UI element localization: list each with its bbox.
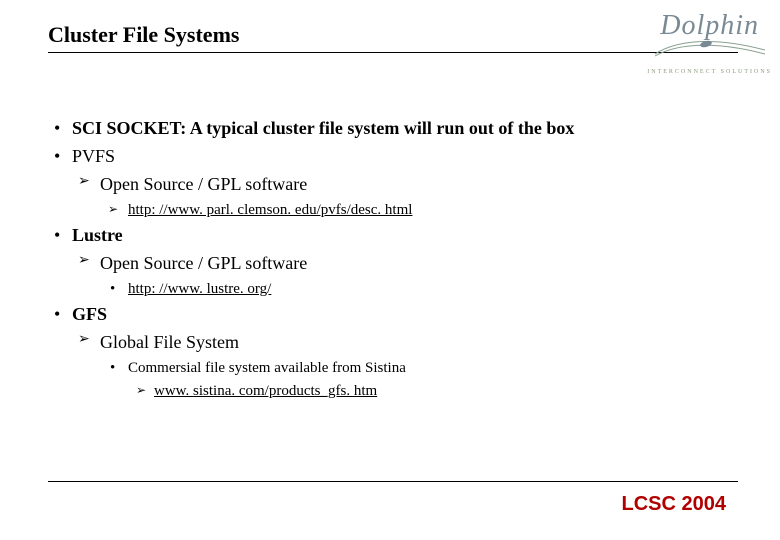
header-divider [48, 52, 738, 53]
gfs-link-item: www. sistina. com/products_gfs. htm [128, 380, 740, 403]
lustre-label: Lustre [72, 225, 123, 245]
logo-tagline: INTERCONNECT SOLUTIONS [647, 69, 772, 75]
bullet-sci-socket: SCI SOCKET: A typical cluster file syste… [48, 115, 740, 143]
gfs-link[interactable]: www. sistina. com/products_gfs. htm [154, 383, 377, 399]
slide: Cluster File Systems Dolphin INTERCONNEC… [0, 0, 780, 540]
pvfs-open-source-text: Open Source / GPL software [100, 174, 307, 194]
bullet-gfs: GFS Global File System Commersial file s… [48, 301, 740, 403]
lustre-open-source: Open Source / GPL software http: //www. … [72, 250, 740, 301]
gfs-commercial-text: Commersial file system available from Si… [128, 360, 406, 376]
bullet-list: SCI SOCKET: A typical cluster file syste… [48, 115, 740, 403]
sci-socket-text: SCI SOCKET: A typical cluster file syste… [72, 118, 574, 138]
pvfs-label: PVFS [72, 146, 115, 166]
gfs-label: GFS [72, 304, 107, 324]
header: Cluster File Systems [48, 22, 740, 50]
pvfs-link[interactable]: http: //www. parl. clemson. edu/pvfs/des… [128, 202, 412, 218]
bullet-pvfs: PVFS Open Source / GPL software http: //… [48, 143, 740, 222]
pvfs-open-source: Open Source / GPL software http: //www. … [72, 171, 740, 222]
gfs-desc-text: Global File System [100, 332, 239, 352]
bullet-lustre: Lustre Open Source / GPL software http: … [48, 222, 740, 301]
lustre-open-source-text: Open Source / GPL software [100, 253, 307, 273]
footer-event: LCSC 2004 [622, 493, 727, 516]
lustre-link[interactable]: http: //www. lustre. org/ [128, 281, 271, 297]
gfs-commercial: Commersial file system available from Si… [100, 357, 740, 404]
page-title: Cluster File Systems [48, 22, 239, 50]
pvfs-link-item: http: //www. parl. clemson. edu/pvfs/des… [100, 199, 740, 222]
content: SCI SOCKET: A typical cluster file syste… [48, 115, 740, 403]
lustre-link-item: http: //www. lustre. org/ [100, 278, 740, 301]
footer-divider [48, 481, 738, 482]
gfs-desc: Global File System Commersial file syste… [72, 329, 740, 403]
